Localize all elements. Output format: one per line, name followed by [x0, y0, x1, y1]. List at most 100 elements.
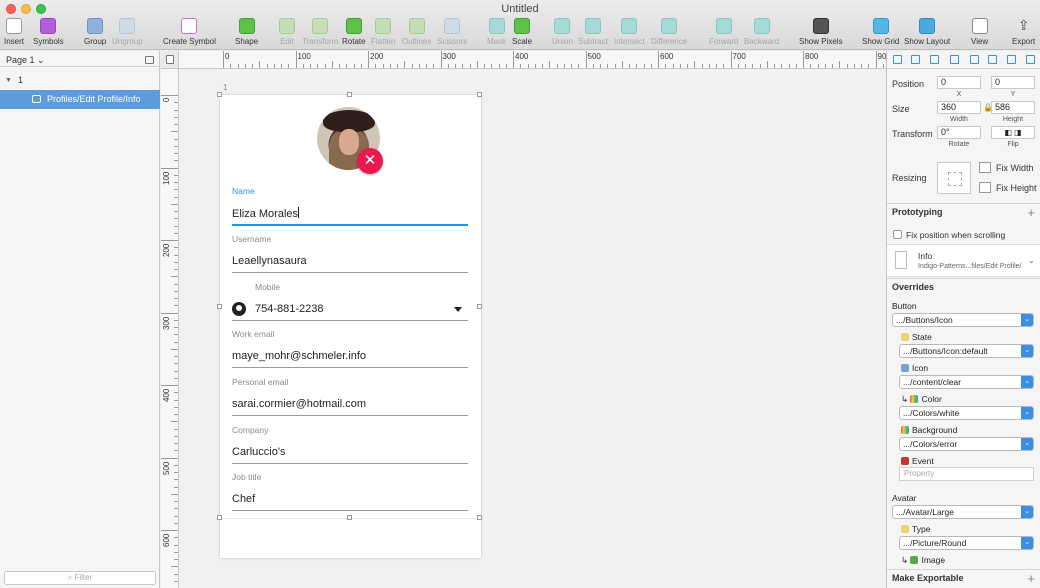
work-email-field[interactable]: Work email maye_mohr@schmeler.info: [232, 329, 468, 368]
intersect-button[interactable]: Intersect: [614, 18, 645, 46]
resize-handle[interactable]: [217, 92, 222, 97]
resizing-control[interactable]: [937, 162, 971, 194]
fix-width-label[interactable]: Fix Width: [996, 163, 1034, 173]
company-input[interactable]: Carluccio's: [232, 446, 468, 461]
page-list-toggle-icon[interactable]: [145, 56, 154, 64]
rotate-input[interactable]: 0°: [937, 126, 981, 139]
username-field[interactable]: Username Leaellynasaura: [232, 234, 468, 273]
lock-icon[interactable]: [166, 55, 174, 64]
view-button[interactable]: View: [971, 18, 988, 46]
distribute-horizontal-icon[interactable]: [950, 55, 959, 64]
backward-button[interactable]: Backward: [744, 18, 779, 46]
align-bottom-icon[interactable]: [1007, 55, 1016, 64]
symbol-master-row[interactable]: Info Indigo-Patterns...files/Edit Profil…: [887, 244, 1040, 277]
name-field[interactable]: Name Eliza Morales: [232, 186, 468, 226]
button-override-select[interactable]: .../Buttons/Icon ⌄: [892, 313, 1034, 327]
vertical-ruler[interactable]: 0 100 200 300 400 500 600: [161, 69, 179, 588]
dropdown-arrow-icon[interactable]: [454, 307, 462, 312]
align-right-icon[interactable]: [930, 55, 939, 64]
rotate-button[interactable]: Rotate: [342, 18, 366, 46]
color-override-select[interactable]: .../Colors/white ⌄: [899, 406, 1034, 420]
canvas[interactable]: 0 100 200 300 400 500 600 700 800 900 0 100 200 300 4…: [161, 51, 886, 588]
mobile-input[interactable]: 754-881-2238: [232, 303, 468, 318]
job-title-field[interactable]: Job title Chef: [232, 472, 468, 511]
show-layout-button[interactable]: Show Layout: [904, 18, 950, 46]
resize-handle[interactable]: [477, 92, 482, 97]
flip-horizontal-icon[interactable]: ◧: [1004, 128, 1014, 137]
resize-handle[interactable]: [347, 92, 352, 97]
resize-handle[interactable]: [477, 304, 482, 309]
resize-handle[interactable]: [477, 515, 482, 520]
show-grid-button[interactable]: Show Grid: [862, 18, 899, 46]
align-center-icon[interactable]: [911, 55, 920, 64]
personal-email-input[interactable]: sarai.cormier@hotmail.com: [232, 398, 468, 413]
distribute-vertical-icon[interactable]: [1026, 55, 1035, 64]
type-override-select[interactable]: .../Picture/Round ⌄: [899, 536, 1034, 550]
symbols-button[interactable]: Symbols: [33, 18, 64, 46]
y-input[interactable]: 0: [991, 76, 1035, 89]
disclosure-triangle-icon[interactable]: ▼: [5, 71, 12, 90]
fix-scroll-checkbox[interactable]: [893, 230, 902, 239]
scale-button[interactable]: Scale: [512, 18, 532, 46]
chevron-down-icon[interactable]: ⌄: [1028, 256, 1035, 265]
transform-button[interactable]: Transform: [302, 18, 338, 46]
mobile-field[interactable]: Mobile 754-881-2238: [232, 282, 468, 321]
filter-input[interactable]: ⌕ Filter: [4, 571, 156, 585]
fix-width-icon[interactable]: [979, 162, 991, 173]
align-middle-icon[interactable]: [988, 55, 997, 64]
resize-handle[interactable]: [217, 515, 222, 520]
width-input[interactable]: 360: [937, 101, 981, 114]
horizontal-ruler[interactable]: 0 100 200 300 400 500 600 700 800 900: [161, 51, 886, 69]
x-input[interactable]: 0: [937, 76, 981, 89]
add-icon[interactable]: +: [1027, 570, 1035, 587]
show-pixels-button[interactable]: Show Pixels: [799, 18, 843, 46]
fix-height-label[interactable]: Fix Height: [996, 183, 1037, 193]
job-title-input[interactable]: Chef: [232, 493, 468, 508]
fix-height-icon[interactable]: [979, 182, 991, 193]
bulb-icon: [901, 333, 909, 341]
icon-override-select[interactable]: .../content/clear ⌄: [899, 375, 1034, 389]
artboard[interactable]: ✕ Name Eliza Morales Username Leaellynas…: [217, 92, 482, 558]
flatten-button[interactable]: Flatten: [371, 18, 395, 46]
export-button[interactable]: ⇪ Export: [1012, 18, 1035, 46]
align-left-icon[interactable]: [893, 55, 902, 64]
layer-symbol-instance[interactable]: Profiles/Edit Profile/Info: [0, 90, 160, 109]
company-field[interactable]: Company Carluccio's: [232, 425, 468, 464]
insert-button[interactable]: Insert: [4, 18, 24, 46]
state-override-select[interactable]: .../Buttons/Icon:default ⌄: [899, 344, 1034, 358]
event-property-input[interactable]: Property: [899, 467, 1034, 481]
create-symbol-button[interactable]: Create Symbol: [163, 18, 216, 46]
forward-button[interactable]: Forward: [709, 18, 738, 46]
group-button[interactable]: Group: [84, 18, 106, 46]
layer-artboard[interactable]: ▼ 1: [0, 71, 160, 90]
background-override-select[interactable]: .../Colors/error ⌄: [899, 437, 1034, 451]
flip-buttons[interactable]: ◧ ◨: [991, 126, 1035, 139]
resize-handle[interactable]: [347, 515, 352, 520]
edit-button[interactable]: Edit: [279, 18, 295, 46]
union-button[interactable]: Union: [552, 18, 573, 46]
add-icon[interactable]: +: [1027, 204, 1035, 221]
difference-button[interactable]: Difference: [651, 18, 687, 46]
image-override-label[interactable]: ↳ Image: [901, 555, 945, 566]
flip-vertical-icon[interactable]: ◨: [1014, 128, 1022, 137]
scissors-button[interactable]: Scissors: [437, 18, 467, 46]
subtract-button[interactable]: Subtract: [578, 18, 608, 46]
username-input[interactable]: Leaellynasaura: [232, 255, 468, 270]
clear-button[interactable]: ✕: [357, 148, 383, 174]
ungroup-button[interactable]: Ungroup: [112, 18, 143, 46]
avatar-override-select[interactable]: .../Avatar/Large ⌄: [892, 505, 1034, 519]
ruler-tick: [882, 64, 884, 68]
make-exportable-header[interactable]: Make Exportable +: [887, 569, 1040, 586]
resize-handle[interactable]: [217, 304, 222, 309]
outlines-button[interactable]: Outlines: [402, 18, 431, 46]
shape-button[interactable]: Shape: [235, 18, 258, 46]
name-input[interactable]: Eliza Morales: [232, 207, 468, 222]
artboard-title[interactable]: 1: [223, 83, 227, 92]
height-input[interactable]: 586: [991, 101, 1035, 114]
work-email-input[interactable]: maye_mohr@schmeler.info: [232, 350, 468, 365]
fix-scroll-label[interactable]: Fix position when scrolling: [906, 230, 1005, 240]
personal-email-field[interactable]: Personal email sarai.cormier@hotmail.com: [232, 377, 468, 416]
page-selector[interactable]: Page 1 ⌄: [6, 55, 45, 66]
mask-button[interactable]: Mask: [487, 18, 506, 46]
align-top-icon[interactable]: [970, 55, 979, 64]
